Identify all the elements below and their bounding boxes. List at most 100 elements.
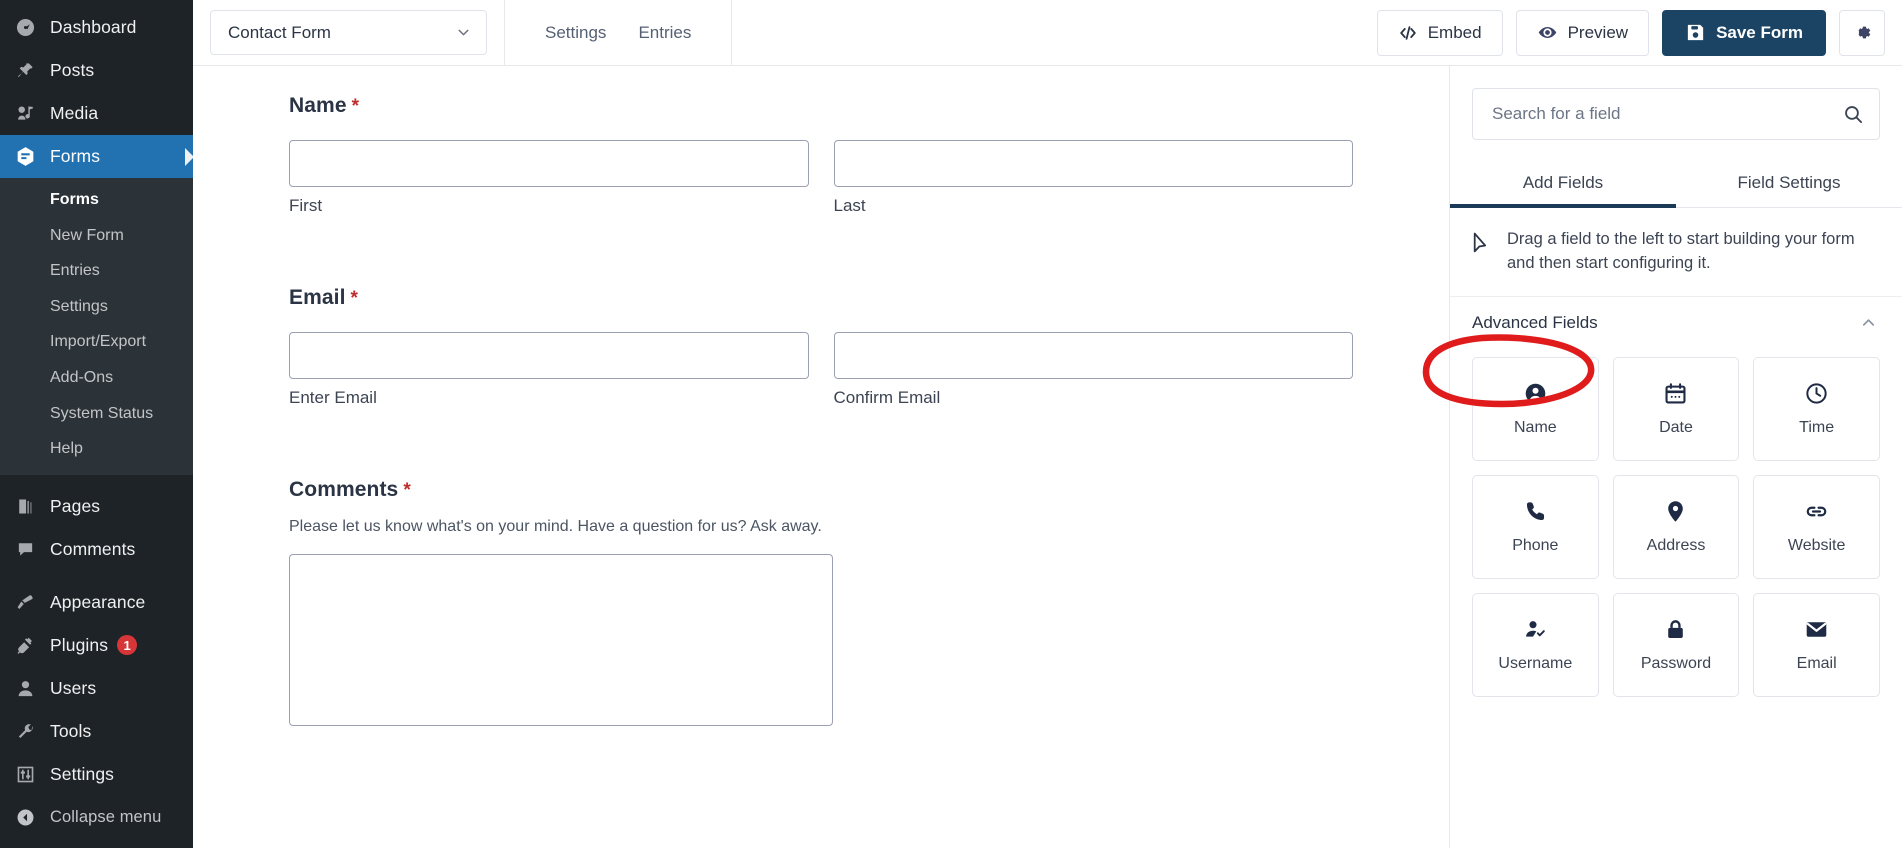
embed-button-label: Embed (1427, 22, 1482, 42)
sidebar-item-dashboard[interactable]: Dashboard (0, 6, 193, 49)
form-field-name[interactable]: Name * First Last (193, 94, 1449, 216)
users-icon (12, 677, 38, 699)
search-input[interactable] (1490, 103, 1843, 125)
sidebar-item-label: Forms (50, 146, 101, 166)
form-field-comments[interactable]: Comments * Please let us know what's on y… (193, 478, 1449, 726)
sidebar-item-forms[interactable]: Forms (0, 135, 193, 178)
preview-button-label: Preview (1567, 22, 1629, 42)
sidebar-item-label: Dashboard (50, 17, 137, 37)
field-tile-label: Time (1799, 419, 1835, 437)
editor-body: Name * First Last Email * Enter Email Co… (193, 66, 1902, 848)
field-tile-name[interactable]: Name (1472, 356, 1599, 461)
sidebar-item-posts[interactable]: Posts (0, 49, 193, 92)
field-tile-website[interactable]: Website (1753, 474, 1880, 579)
sidebar-item-comments[interactable]: Comments (0, 528, 193, 571)
sidebar-item-users[interactable]: Users (0, 667, 193, 710)
enter-email-input[interactable] (289, 332, 809, 379)
field-tile-label: Password (1640, 655, 1712, 673)
confirm-email-input[interactable] (833, 332, 1353, 379)
toolbar-actions: Embed Preview Save Form (1376, 9, 1902, 56)
pages-icon (12, 495, 38, 517)
input-sub-label: Last (833, 196, 866, 215)
calendar-icon (1663, 380, 1688, 406)
form-selector-dropdown[interactable]: Contact Form (210, 10, 487, 55)
embed-button[interactable]: Embed (1376, 9, 1503, 56)
sidebar-item-label: Users (50, 677, 97, 698)
last-name-input[interactable] (833, 140, 1353, 187)
dashboard-icon (12, 17, 38, 39)
submenu-item-import-export[interactable]: Import/Export (0, 324, 193, 360)
save-form-button[interactable]: Save Form (1662, 9, 1826, 56)
submenu-item-settings[interactable]: Settings (0, 289, 193, 325)
settings-icon (12, 763, 38, 785)
pin-icon (12, 60, 38, 82)
input-sub-label: Confirm Email (833, 388, 941, 407)
form-field-email[interactable]: Email * Enter Email Confirm Email (193, 286, 1449, 408)
collapse-menu-button[interactable]: Collapse menu (0, 796, 193, 839)
sidebar-item-media[interactable]: Media (0, 92, 193, 135)
search-icon[interactable] (1843, 104, 1864, 125)
field-tile-password[interactable]: Password (1612, 592, 1740, 697)
preview-button[interactable]: Preview (1515, 9, 1650, 56)
field-label-text: Comments (289, 478, 399, 501)
first-name-input[interactable] (289, 140, 809, 187)
tools-icon (12, 720, 38, 742)
map-pin-icon (1663, 498, 1688, 524)
sidebar-item-settings[interactable]: Settings (0, 753, 193, 796)
form-settings-button[interactable] (1839, 9, 1885, 56)
advanced-fields-section-header[interactable]: Advanced Fields (1450, 295, 1902, 349)
submenu-item-help[interactable]: Help (0, 431, 193, 467)
search-field-container[interactable] (1472, 88, 1880, 140)
submenu-item-new-form[interactable]: New Form (0, 218, 193, 254)
input-sub-label: Enter Email (289, 388, 377, 407)
form-selector-value: Contact Form (228, 22, 331, 42)
tab-add-fields[interactable]: Add Fields (1450, 160, 1676, 208)
form-canvas[interactable]: Name * First Last Email * Enter Email Co… (193, 66, 1450, 848)
field-input-col: Last (833, 140, 1353, 216)
submenu-item-system-status[interactable]: System Status (0, 396, 193, 432)
field-tile-label: Date (1659, 419, 1693, 437)
chevron-up-icon[interactable] (1859, 313, 1878, 332)
field-tile-label: Email (1796, 655, 1837, 673)
required-asterisk: * (350, 288, 359, 309)
sidebar-divider-2 (0, 571, 193, 581)
sidebar-item-label: Media (50, 103, 99, 123)
field-input-col: Enter Email (289, 332, 809, 408)
main-area: Contact Form Settings Entries Embed Prev… (193, 0, 1902, 848)
toolbar-tabs: Settings Entries (505, 0, 733, 66)
field-tile-username[interactable]: Username (1472, 592, 1599, 697)
sidebar-item-label: Posts (50, 60, 95, 80)
gear-icon (1852, 22, 1873, 43)
comments-textarea[interactable] (289, 554, 833, 726)
field-tile-date[interactable]: Date (1612, 356, 1740, 461)
field-tile-phone[interactable]: Phone (1472, 474, 1599, 579)
submenu-item-forms[interactable]: Forms (0, 182, 193, 218)
tab-entries[interactable]: Entries (622, 0, 707, 66)
field-description: Please let us know what's on your mind. … (289, 518, 822, 535)
field-tile-time[interactable]: Time (1753, 356, 1880, 461)
submenu-item-add-ons[interactable]: Add-Ons (0, 360, 193, 396)
comments-icon (12, 538, 38, 560)
plugins-icon (12, 634, 38, 656)
sidebar-item-appearance[interactable]: Appearance (0, 581, 193, 624)
submenu-item-entries[interactable]: Entries (0, 253, 193, 289)
cursor-arrow-icon (1472, 228, 1491, 276)
field-tile-label: Website (1787, 537, 1846, 555)
tab-settings[interactable]: Settings (529, 0, 622, 66)
advanced-fields-title: Advanced Fields (1472, 312, 1598, 332)
sidebar-item-tools[interactable]: Tools (0, 710, 193, 753)
sidebar-item-label: Pages (50, 495, 101, 516)
field-tile-label: Name (1513, 419, 1557, 437)
chevron-down-icon (455, 24, 472, 41)
person-circle-icon (1523, 380, 1548, 406)
field-tile-email[interactable]: Email (1753, 592, 1880, 697)
sidebar-item-plugins[interactable]: Plugins 1 (0, 624, 193, 667)
chevron-left-circle-icon (12, 806, 38, 828)
field-inputs-row: First Last (289, 140, 1353, 216)
tab-field-settings[interactable]: Field Settings (1676, 160, 1902, 207)
field-tile-address[interactable]: Address (1612, 474, 1740, 579)
sidebar-item-pages[interactable]: Pages (0, 485, 193, 528)
drag-hint: Drag a field to the left to start buildi… (1450, 208, 1902, 296)
input-sub-label: First (289, 196, 323, 215)
field-tile-label: Username (1498, 655, 1573, 673)
